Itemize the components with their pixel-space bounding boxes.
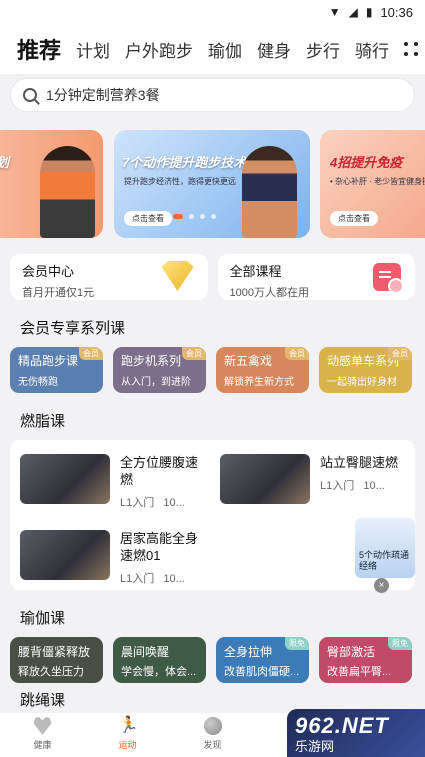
burn-course-item[interactable]: 站立臀腿速燃 L1入门 10... [220, 454, 415, 510]
more-tabs-icon[interactable] [404, 42, 419, 56]
vip-course-card[interactable]: 动感单车系列 一起骑出好身材 会员 [319, 347, 412, 393]
banner-main-subtitle: 提升跑步经济性，跑得更快更远 [124, 177, 236, 186]
member-badge: 会员 [182, 347, 206, 360]
nav-health-label: 健康 [33, 740, 52, 750]
banner-main-button[interactable]: 点击查看 [124, 211, 172, 226]
free-badge: 限免 [285, 637, 309, 650]
member-row: 会员中心 首月开通仅1元 全部课程 1000万人都在用 [10, 254, 415, 300]
tab-plan[interactable]: 计划 [76, 37, 110, 62]
vip-course-card[interactable]: 跑步机系列 从入门，到进阶 会员 [113, 347, 206, 393]
status-bar: ▼ ◢ ▮ 10:36 [0, 0, 425, 24]
signal-icon: ◢ [348, 5, 358, 19]
globe-icon [203, 717, 222, 735]
floating-ad[interactable]: 5个动作疏通经络 [355, 518, 415, 578]
vip-course-list: 精品跑步课 无伤畅跑 会员 跑步机系列 从入门，到进阶 会员 新五禽戏 解锁养生… [0, 347, 425, 393]
yoga-course-subtitle: 改善肌肉僵硬... [224, 666, 300, 678]
course-title: 居家高能全身速燃01 [120, 531, 199, 563]
tab-walk[interactable]: 步行 [306, 37, 340, 62]
site-watermark: 962.NET 乐游网 [287, 709, 425, 757]
course-thumbnail [20, 530, 110, 580]
member-badge: 会员 [388, 347, 412, 360]
burn-course-item[interactable]: 居家高能全身速燃01 L1入门 10... [20, 530, 220, 586]
carousel-indicator [173, 214, 216, 219]
search-bar[interactable]: 1分钟定制营养3餐 [10, 78, 415, 112]
rope-section-title: 跳绳课 [20, 692, 66, 709]
nav-health[interactable]: 健康 [0, 713, 85, 757]
burn-section-title: 燃脂课 [20, 413, 66, 430]
burn-course-card: 全方位腰腹速燃 L1入门 10... 站立臀腿速燃 L1入门 10... 居家高… [10, 440, 415, 590]
nav-discover[interactable]: 发现 [170, 713, 255, 757]
runner-icon: 🏃 [118, 717, 139, 734]
banner-right[interactable]: 4招提升免疫 • 杂心补肝 · 老少皆宜健身操 点击查看 [320, 130, 425, 238]
yoga-course-title: 晨间唤醒 [121, 645, 170, 659]
search-text: 1分钟定制营养3餐 [46, 87, 160, 103]
status-time: 10:36 [380, 4, 413, 20]
tab-recommend[interactable]: 推荐 [17, 33, 61, 65]
close-icon[interactable]: × [374, 578, 389, 593]
all-courses-card[interactable]: 全部课程 1000万人都在用 [217, 254, 415, 300]
vip-section-title: 会员专享系列课 [20, 320, 126, 337]
vip-course-subtitle: 解锁养生新方式 [224, 377, 294, 388]
course-title: 全方位腰腹速燃 [120, 455, 199, 487]
tab-yoga[interactable]: 瑜伽 [208, 37, 242, 62]
yoga-course-card[interactable]: 全身拉伸 改善肌肉僵硬... 限免 [216, 637, 309, 683]
banner-right-title: 4招提升免疫 [330, 155, 403, 170]
member-badge: 会员 [79, 347, 103, 360]
vip-course-card[interactable]: 新五禽戏 解锁养生新方式 会员 [216, 347, 309, 393]
member-center-subtitle: 首月开通仅1元 [22, 287, 95, 299]
course-title: 站立臀腿速燃 [320, 455, 399, 470]
banner-carousel[interactable]: 划 7个动作提升跑步技术 提升跑步经济性，跑得更快更远 点击查看 4招提升免疫 … [0, 130, 425, 240]
banner-runner-image [242, 146, 297, 238]
yoga-section-title: 瑜伽课 [20, 610, 66, 627]
search-icon [23, 88, 37, 102]
yoga-course-list: 腰背僵紧释放 释放久坐压力 晨间唤醒 学会慢，体会... 全身拉伸 改善肌肉僵硬… [0, 637, 425, 683]
yoga-course-subtitle: 释放久坐压力 [18, 666, 84, 678]
nav-sport[interactable]: 🏃 运动 [85, 713, 170, 757]
course-thumbnail [220, 454, 310, 504]
tab-cycling[interactable]: 骑行 [355, 37, 389, 62]
heart-icon [33, 717, 52, 735]
course-meta: L1入门 10... [120, 497, 185, 509]
category-tabs: 推荐 计划 户外跑步 瑜伽 健身 步行 骑行 [0, 24, 425, 74]
yoga-course-subtitle: 改善扁平臀... [327, 666, 392, 678]
yoga-course-subtitle: 学会慢，体会... [121, 666, 197, 678]
yoga-course-title: 腰背僵紧释放 [18, 645, 91, 659]
member-center-card[interactable]: 会员中心 首月开通仅1元 [10, 254, 208, 300]
banner-main-title: 7个动作提升跑步技术 [122, 155, 247, 170]
vip-course-subtitle: 无伤畅跑 [18, 377, 58, 388]
banner-left[interactable]: 划 [0, 130, 103, 238]
banner-right-subtitle: • 杂心补肝 · 老少皆宜健身操 [330, 177, 425, 186]
course-meta: L1入门 10... [320, 480, 385, 492]
vip-course-subtitle: 一起骑出好身材 [327, 377, 397, 388]
tab-outdoor-run[interactable]: 户外跑步 [125, 37, 193, 62]
floating-ad-text: 5个动作疏通经络 [359, 550, 410, 571]
battery-icon: ▮ [365, 5, 373, 19]
burn-course-item[interactable]: 全方位腰腹速燃 L1入门 10... [20, 454, 220, 510]
banner-right-button[interactable]: 点击查看 [330, 211, 378, 226]
course-list-icon [373, 263, 404, 294]
top-header: 推荐 计划 户外跑步 瑜伽 健身 步行 骑行 [0, 24, 425, 74]
banner-left-title: 划 [0, 152, 9, 171]
course-meta: L1入门 10... [120, 573, 185, 585]
nav-discover-label: 发现 [203, 740, 222, 750]
wifi-icon: ▼ [328, 5, 341, 19]
yoga-course-card[interactable]: 臀部激活 改善扁平臀... 限免 [319, 637, 412, 683]
banner-person-image [40, 146, 95, 238]
vip-course-card[interactable]: 精品跑步课 无伤畅跑 会员 [10, 347, 103, 393]
free-badge: 限免 [388, 637, 412, 650]
yoga-course-card[interactable]: 腰背僵紧释放 释放久坐压力 [10, 637, 103, 683]
vip-course-subtitle: 从入门，到进阶 [121, 377, 191, 388]
member-badge: 会员 [285, 347, 309, 360]
tab-fitness[interactable]: 健身 [257, 37, 291, 62]
yoga-course-card[interactable]: 晨间唤醒 学会慢，体会... [113, 637, 206, 683]
banner-main[interactable]: 7个动作提升跑步技术 提升跑步经济性，跑得更快更远 点击查看 [114, 130, 310, 238]
course-thumbnail [20, 454, 110, 504]
nav-sport-label: 运动 [118, 740, 137, 750]
